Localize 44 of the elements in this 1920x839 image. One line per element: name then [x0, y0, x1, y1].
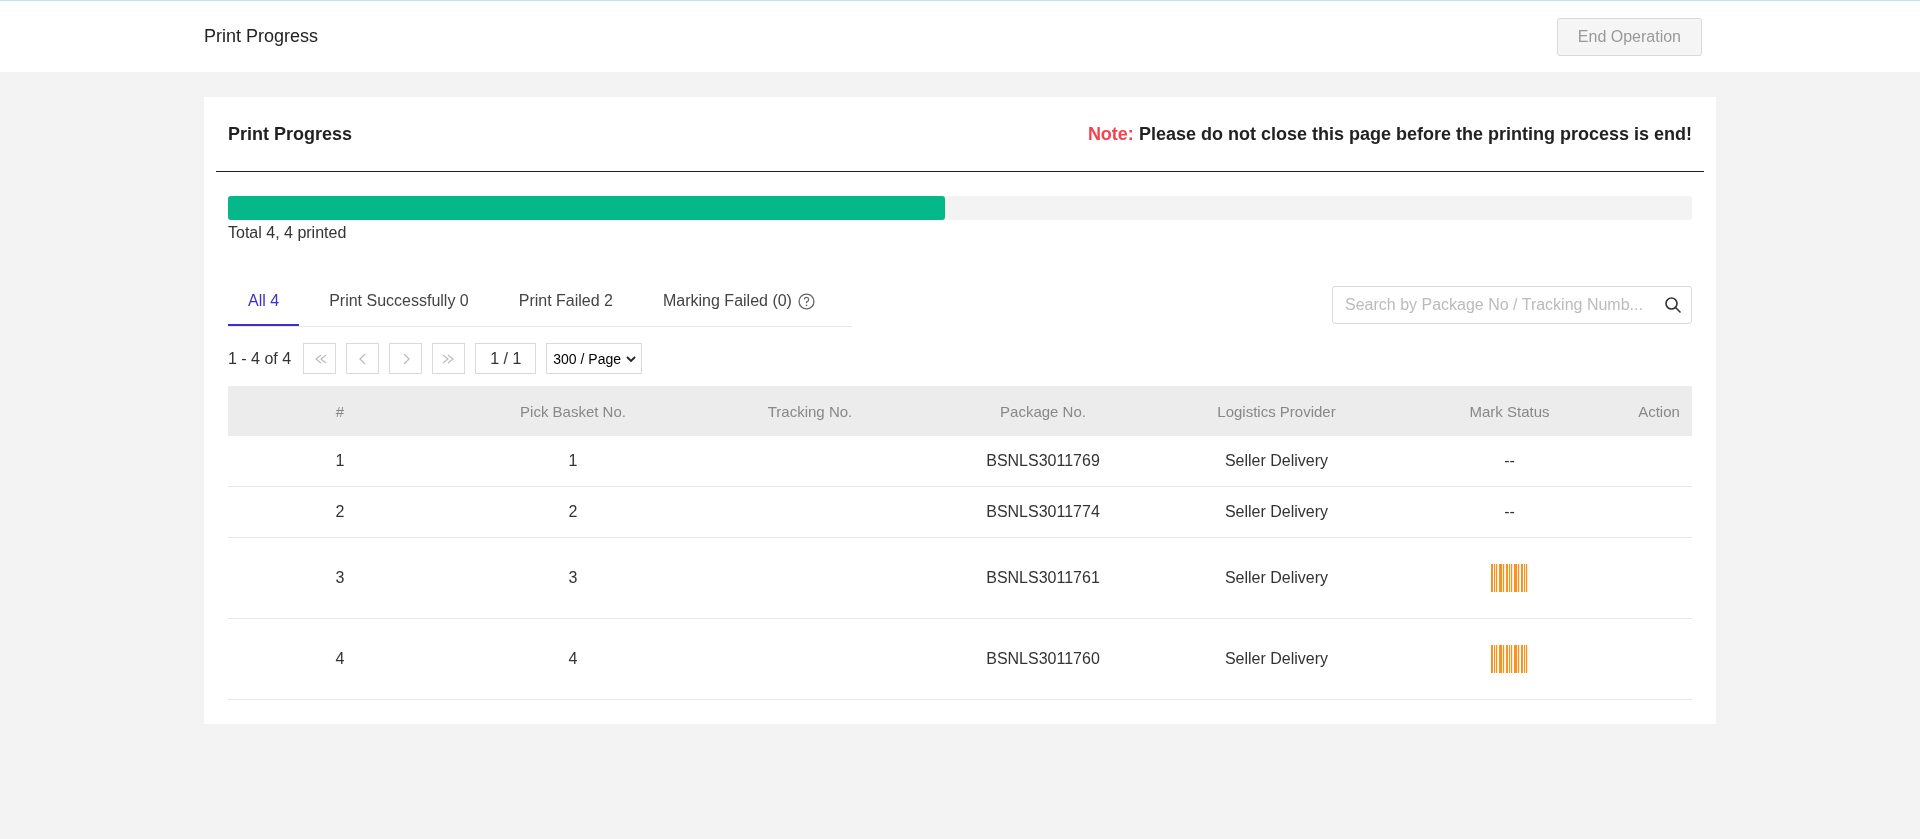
- page-input[interactable]: 1 / 1: [475, 343, 537, 374]
- column-header: Tracking No.: [694, 386, 926, 436]
- column-header: Mark Status: [1393, 386, 1626, 436]
- first-page-button[interactable]: [303, 343, 337, 374]
- table-cell: --: [1393, 486, 1626, 538]
- table-cell: 1: [452, 436, 694, 487]
- table-cell: 2: [452, 486, 694, 538]
- tab[interactable]: Print Failed 2: [498, 282, 633, 326]
- last-page-button[interactable]: [432, 343, 466, 374]
- table-cell: BSNLS3011769: [926, 436, 1160, 487]
- page-title: Print Progress: [204, 26, 319, 47]
- progress-caption: Total 4, 4 printed: [228, 224, 348, 242]
- card-title: Print Progress: [228, 123, 353, 145]
- table-cell: 1: [228, 436, 452, 487]
- tab[interactable]: Print Successfully 0: [309, 282, 489, 326]
- column-header: #: [228, 386, 452, 436]
- search-field[interactable]: Search by Package No / Tracking Numb...: [1332, 285, 1692, 324]
- page-range: 1 - 4 of 4: [228, 349, 292, 368]
- table-cell: BSNLS3011774: [926, 486, 1160, 538]
- next-page-button[interactable]: [389, 343, 423, 374]
- table-cell: BSNLS3011760: [926, 618, 1160, 700]
- table-cell: BSNLS3011761: [926, 537, 1160, 619]
- table-cell: Seller Delivery: [1160, 486, 1393, 538]
- table-cell: 4: [452, 618, 694, 700]
- table-cell: 4: [228, 618, 452, 700]
- tab[interactable]: All 4: [228, 282, 300, 326]
- table-cell: Seller Delivery: [1160, 618, 1393, 700]
- table-cell: Seller Delivery: [1160, 537, 1393, 619]
- barcode-icon: [1490, 564, 1529, 592]
- page-size-select[interactable]: 300 / Page: [546, 343, 643, 374]
- column-header: Logistics Provider: [1160, 386, 1393, 436]
- barcode-icon: [1490, 645, 1529, 673]
- previous-page-button[interactable]: [346, 343, 380, 374]
- table-cell: --: [1393, 436, 1626, 487]
- warning-note: Note: Please do not close this page before the printing process is end!: [1087, 123, 1692, 145]
- table-cell: 2: [228, 486, 452, 538]
- table-cell: 3: [228, 537, 452, 619]
- table-cell: 3: [452, 537, 694, 619]
- search-icon: [1664, 295, 1682, 314]
- column-header: Action: [1626, 386, 1692, 436]
- tab[interactable]: Marking Failed (0): [643, 282, 835, 326]
- table-cell: Seller Delivery: [1160, 436, 1393, 487]
- column-header: Pick Basket No.: [452, 386, 694, 436]
- column-header: Package No.: [926, 386, 1160, 436]
